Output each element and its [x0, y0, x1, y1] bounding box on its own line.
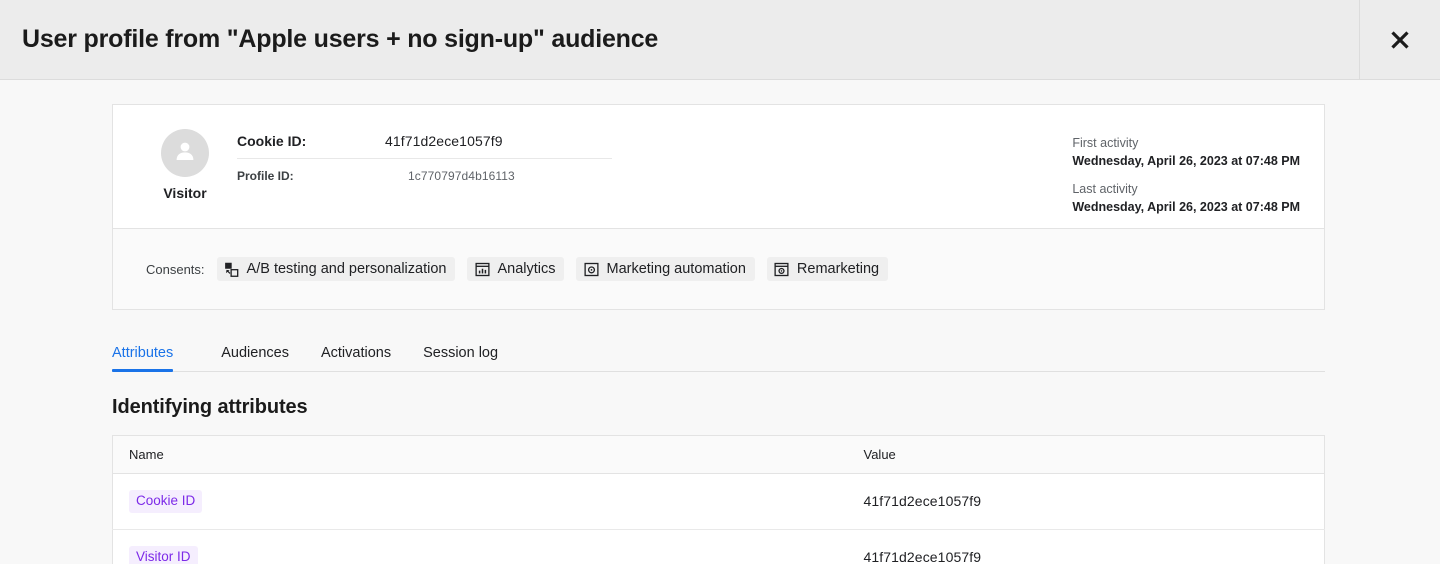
table-header-row: Name Value: [112, 435, 1325, 474]
tab-activations[interactable]: Activations: [305, 345, 407, 372]
consent-chip-marketing-automation[interactable]: Marketing automation: [576, 257, 755, 281]
activity-block: First activity Wednesday, April 26, 2023…: [1072, 134, 1300, 217]
table-cell-name: Cookie ID: [112, 473, 848, 530]
table-row: Visitor ID 41f71d2ece1057f9: [113, 529, 1325, 564]
cookie-id-row: Cookie ID: 41f71d2ece1057f9: [237, 133, 612, 158]
first-activity-value: Wednesday, April 26, 2023 at 07:48 PM: [1072, 154, 1300, 169]
profile-id-label: Profile ID:: [237, 169, 294, 183]
table-cell-value: 41f71d2ece1057f9: [863, 549, 982, 564]
identifier-block: Cookie ID: 41f71d2ece1057f9 Profile ID: …: [237, 127, 612, 183]
marketing-automation-icon: [583, 261, 599, 277]
avatar-block: Visitor: [137, 127, 233, 201]
consent-label: Analytics: [497, 260, 556, 277]
close-button[interactable]: [1360, 0, 1440, 79]
modal-header: User profile from "Apple users + no sign…: [0, 0, 1440, 80]
tab-bar: Attributes Audiences Activations Session…: [112, 334, 1325, 372]
page-body: Visitor Cookie ID: 41f71d2ece1057f9 Prof…: [0, 80, 1440, 564]
cookie-id-value: 41f71d2ece1057f9: [385, 133, 503, 149]
consents-row: Consents: A/B testing and personalizatio…: [113, 228, 1324, 309]
consent-chip-remarketing[interactable]: Remarketing: [766, 257, 889, 281]
profile-card: Visitor Cookie ID: 41f71d2ece1057f9 Prof…: [112, 104, 1325, 310]
tab-attributes[interactable]: Attributes: [112, 345, 174, 372]
column-header-name: Name: [112, 435, 848, 474]
table-body: Cookie ID 41f71d2ece1057f9 Visitor ID 41…: [112, 473, 1325, 564]
cookie-id-label: Cookie ID:: [237, 133, 307, 149]
attribute-badge[interactable]: Cookie ID: [129, 490, 203, 513]
close-icon: [1387, 27, 1413, 53]
tab-session-log[interactable]: Session log: [407, 345, 514, 372]
column-header-value: Value: [847, 435, 1325, 474]
profile-summary: Visitor Cookie ID: 41f71d2ece1057f9 Prof…: [113, 105, 1324, 228]
first-activity-group: First activity Wednesday, April 26, 2023…: [1072, 134, 1300, 170]
remarketing-icon: [774, 261, 790, 277]
consent-chip-analytics[interactable]: Analytics: [467, 257, 565, 281]
first-activity-label: First activity: [1072, 136, 1139, 150]
profile-id-value: 1c770797d4b16113: [408, 169, 515, 183]
last-activity-group: Last activity Wednesday, April 26, 2023 …: [1072, 180, 1300, 216]
profile-id-row: Profile ID: 1c770797d4b16113: [237, 158, 612, 183]
content-wrapper: Visitor Cookie ID: 41f71d2ece1057f9 Prof…: [112, 104, 1325, 564]
page-title: User profile from "Apple users + no sign…: [22, 25, 659, 53]
table-cell-name: Visitor ID: [113, 529, 848, 564]
consent-chip-ab-testing[interactable]: A/B testing and personalization: [216, 257, 456, 281]
section-title: Identifying attributes: [112, 396, 308, 418]
last-activity-value: Wednesday, April 26, 2023 at 07:48 PM: [1072, 200, 1300, 215]
attribute-badge[interactable]: Visitor ID: [129, 545, 198, 564]
analytics-bar-chart-icon: [474, 261, 490, 277]
ab-testing-icon: [224, 261, 240, 277]
table-cell-value: 41f71d2ece1057f9: [847, 473, 1325, 530]
avatar-label: Visitor: [163, 185, 207, 201]
avatar: [161, 129, 209, 177]
consent-label: A/B testing and personalization: [246, 260, 447, 277]
table-header: Name Value: [112, 435, 1325, 474]
tab-audiences[interactable]: Audiences: [205, 345, 305, 372]
consent-label: Marketing automation: [606, 260, 746, 277]
last-activity-label: Last activity: [1072, 182, 1138, 197]
person-avatar-icon: [170, 136, 200, 171]
table-row: Cookie ID 41f71d2ece1057f9: [112, 473, 1325, 530]
attributes-table: Name Value Cookie ID 41f71d2ece1057f9 Vi…: [112, 435, 1325, 564]
consent-label: Remarketing: [796, 260, 880, 277]
consents-label: Consents:: [146, 261, 205, 277]
